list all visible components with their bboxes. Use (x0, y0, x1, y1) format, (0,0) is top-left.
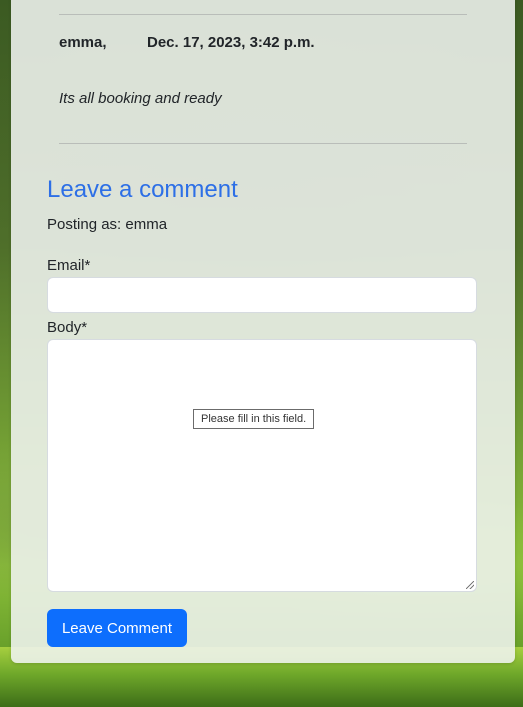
resize-handle-icon[interactable] (466, 581, 474, 589)
body-label: Body* (47, 319, 88, 336)
comment-body: Its all booking and ready (59, 90, 222, 107)
leave-comment-button[interactable]: Leave Comment (47, 609, 187, 647)
divider-bottom (59, 143, 467, 144)
comment-author: emma, (59, 34, 107, 51)
comments-card: emma, Dec. 17, 2023, 3:42 p.m. Its all b… (11, 0, 515, 663)
body-textarea[interactable] (47, 339, 477, 592)
validation-tooltip: Please fill in this field. (193, 409, 315, 429)
posting-as-text: Posting as: emma (47, 216, 168, 233)
email-field[interactable] (47, 277, 477, 313)
divider-top (59, 14, 467, 15)
email-label: Email* (47, 257, 91, 274)
comment-date: Dec. 17, 2023, 3:42 p.m. (147, 34, 315, 51)
leave-comment-title: Leave a comment (47, 176, 238, 203)
